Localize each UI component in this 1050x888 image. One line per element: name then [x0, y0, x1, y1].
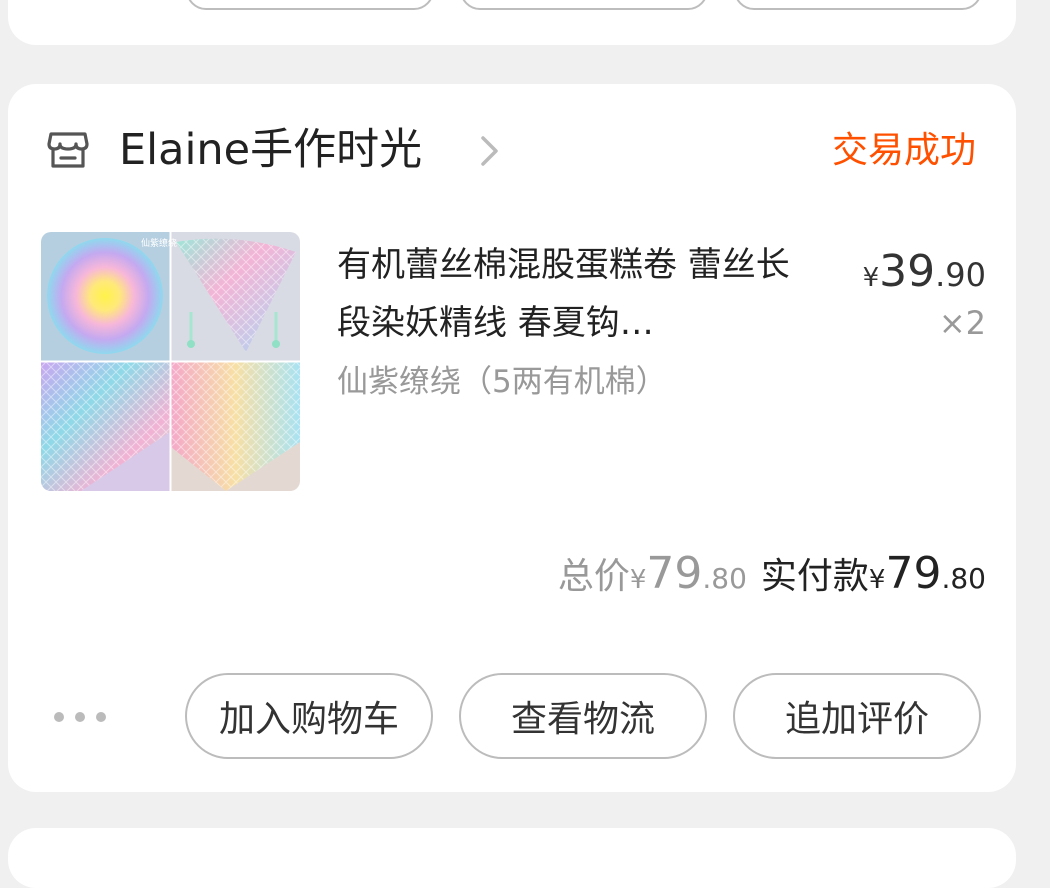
shop-name[interactable]: Elaine手作时光 [119, 122, 422, 178]
previous-order-button[interactable] [734, 0, 982, 10]
product-photo: 仙紫缭绕 [41, 232, 300, 491]
paid-currency: ¥ [868, 565, 886, 595]
unit-price-currency: ¥ [862, 263, 880, 293]
previous-order-card [8, 0, 1016, 45]
store-icon [47, 132, 89, 168]
previous-order-button[interactable] [186, 0, 434, 10]
quantity: ×2 [938, 304, 986, 342]
total-currency: ¥ [629, 565, 647, 595]
paid-label: 实付款 [760, 556, 869, 597]
total-label: 总价 [557, 556, 630, 597]
previous-order-button[interactable] [460, 0, 708, 10]
unit-price-decimal: .90 [935, 256, 986, 294]
total-integer: 79 [646, 548, 703, 599]
paid-decimal: .80 [941, 562, 986, 595]
product-title[interactable]: 有机蕾丝棉混股蛋糕卷 蕾丝长段染妖精线 春夏钩… [337, 236, 797, 352]
add-to-cart-button[interactable]: 加入购物车 [185, 673, 433, 759]
unit-price: ¥39.90 [863, 246, 986, 297]
product-image[interactable]: 仙紫缭绕 [41, 232, 300, 491]
view-logistics-button[interactable]: 查看物流 [459, 673, 707, 759]
product-spec: 仙紫缭绕（5两有机棉） [337, 364, 667, 400]
order-status: 交易成功 [831, 130, 976, 171]
shop-header[interactable]: Elaine手作时光 交易成功 [8, 84, 1016, 214]
order-totals: 总价¥79.80 实付款¥79.80 [558, 546, 986, 611]
more-dots-icon[interactable] [52, 706, 108, 728]
add-review-button[interactable]: 追加评价 [733, 673, 981, 759]
paid-integer: 79 [885, 548, 942, 599]
image-watermark-text: 仙紫缭绕 [141, 237, 177, 249]
total-decimal: .80 [702, 562, 747, 595]
unit-price-integer: 39 [879, 246, 936, 297]
next-order-card [8, 828, 1016, 888]
order-card: Elaine手作时光 交易成功 仙紫缭绕 有机蕾丝棉混股蛋糕卷 蕾丝长段染妖精线… [8, 84, 1016, 792]
chevron-right-icon [481, 136, 498, 166]
